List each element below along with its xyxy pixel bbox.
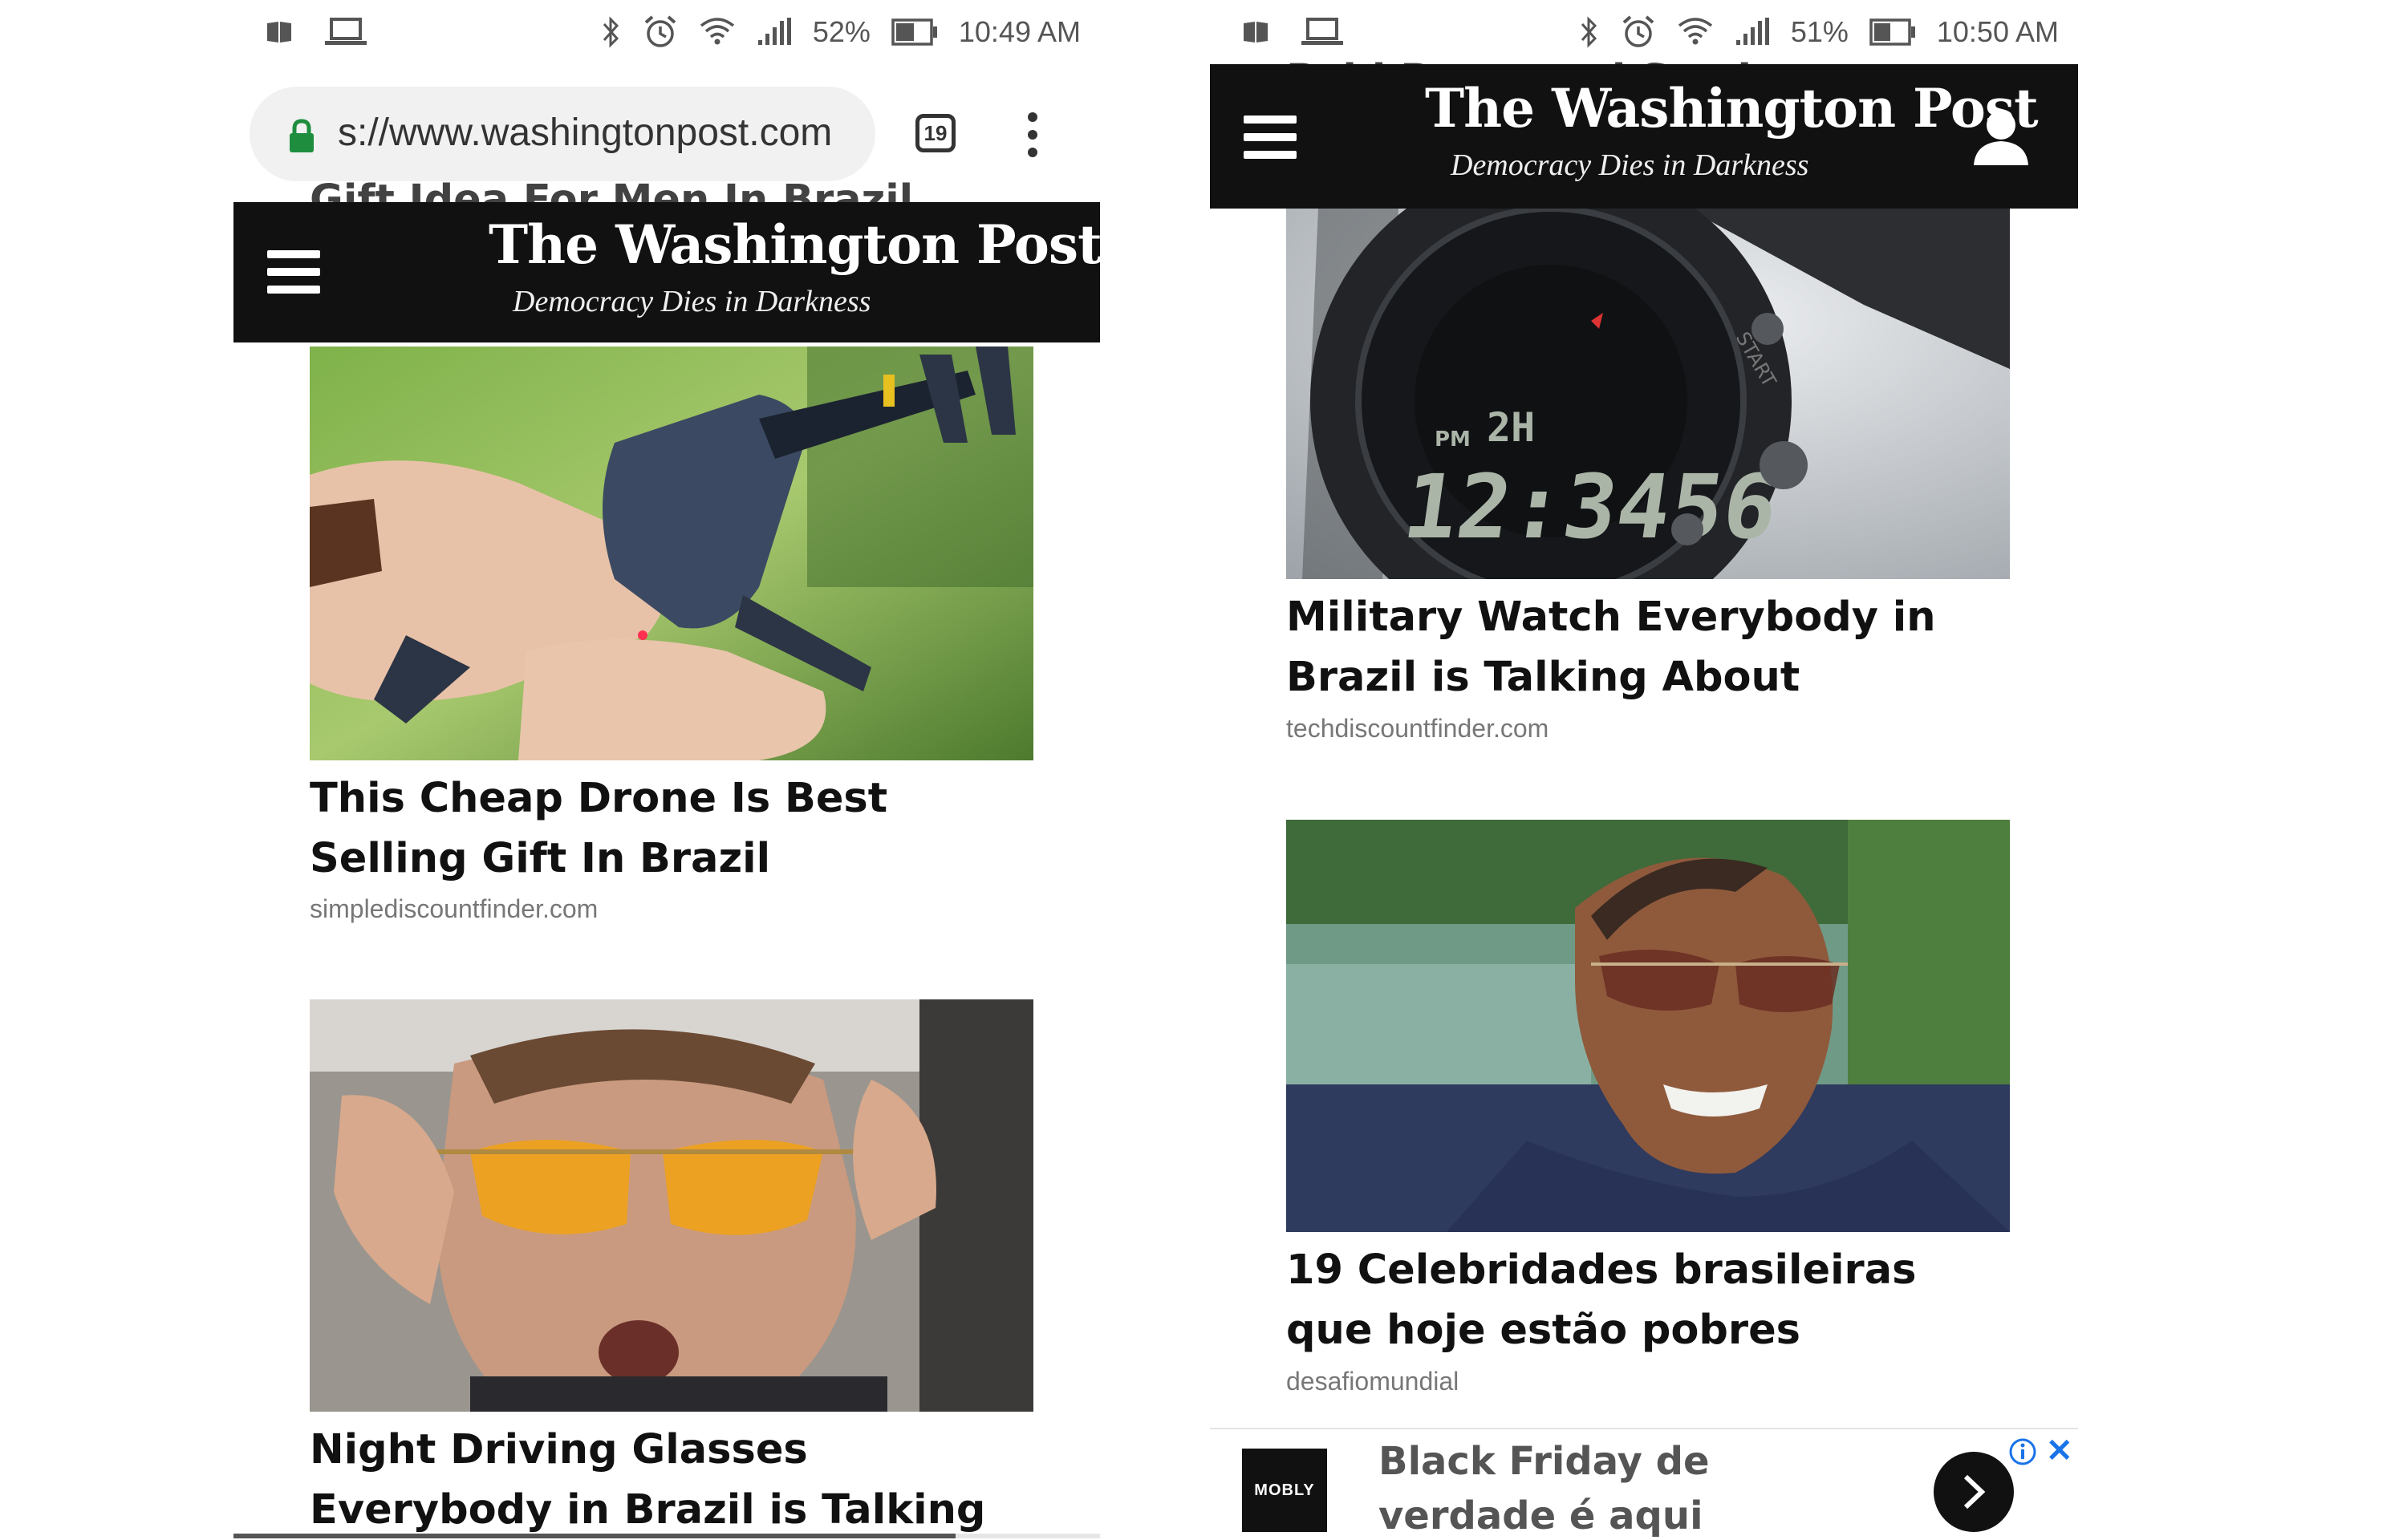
battery-icon <box>1869 18 1916 46</box>
card-title[interactable]: Night Driving Glasses Everybody in Brazi… <box>310 1420 1032 1540</box>
clock: 10:50 AM <box>1936 15 2059 48</box>
chevron-right-icon <box>1963 1474 1986 1510</box>
drone-image[interactable] <box>310 346 1033 760</box>
clock: 10:49 AM <box>958 15 1081 48</box>
card-title[interactable]: 19 Celebridades brasileiras que hoje est… <box>1286 1240 2008 1360</box>
ad-brand-logo: MOBLY <box>1242 1449 1327 1532</box>
site-header: The Washington Post Democracy Dies in Da… <box>1210 64 2078 209</box>
wifi-icon <box>699 16 736 48</box>
site-header: The Washington Post Democracy Dies in Da… <box>233 202 1100 342</box>
card-title[interactable]: Military Watch Everybody in Brazil is Ta… <box>1286 587 2008 707</box>
watch-display-time: 12:3456 <box>1398 456 1784 559</box>
battery-percent: 51% <box>1790 15 1849 48</box>
site-tagline: Democracy Dies in Darkness <box>513 285 871 318</box>
site-logo[interactable]: The Washington Post <box>489 213 1100 276</box>
alarm-icon <box>1621 14 1656 50</box>
profile-icon[interactable] <box>1972 107 2030 169</box>
card-source[interactable]: techdiscountfinder.com <box>1286 714 1549 744</box>
ad-next-button[interactable] <box>1934 1452 2014 1532</box>
card-source[interactable]: simplediscountfinder.com <box>310 894 598 924</box>
news-icon <box>266 20 293 44</box>
address-bar[interactable]: s://www.washingtonpost.com <box>250 87 875 181</box>
site-tagline: Democracy Dies in Darkness <box>1451 148 1809 182</box>
browser-menu-button[interactable] <box>1028 112 1037 157</box>
alarm-icon <box>643 14 678 50</box>
menu-icon[interactable] <box>1244 116 1297 159</box>
laptop-icon <box>325 18 367 47</box>
site-logo[interactable]: The Washington Post <box>1425 77 2039 140</box>
info-icon[interactable] <box>2008 1437 2037 1470</box>
night-glasses-image[interactable] <box>310 999 1033 1412</box>
watch-display-am-pm: PM <box>1435 428 1471 452</box>
laptop-icon <box>1301 18 1343 47</box>
news-icon <box>1242 20 1269 44</box>
bluetooth-icon <box>601 16 622 48</box>
watch-display-top: 2H <box>1487 404 1535 451</box>
military-watch-image[interactable]: 2H PM 12:3456 START <box>1286 209 2010 579</box>
signal-icon <box>757 18 792 47</box>
card-title[interactable]: This Cheap Drone Is Best Selling Gift In… <box>310 768 1032 889</box>
battery-icon <box>891 18 938 46</box>
close-icon[interactable]: ✕ <box>2046 1433 2073 1469</box>
card-source[interactable]: desafiomundial <box>1286 1367 1459 1396</box>
celebrity-image[interactable] <box>1286 820 2010 1232</box>
tab-switcher-button[interactable]: 19 <box>915 114 956 152</box>
right-phone-screen: 51% 10:50 AM Paid Promoted Stories The W… <box>1210 0 2078 1540</box>
battery-percent: 52% <box>812 15 871 48</box>
wifi-icon <box>1677 16 1714 48</box>
lock-icon <box>288 119 315 158</box>
url-text: s://www.washingtonpost.com <box>338 111 833 154</box>
menu-icon[interactable] <box>267 250 320 294</box>
status-bar: 52% 10:49 AM <box>233 0 1100 74</box>
ad-banner[interactable]: MOBLY Black Friday de verdade é aqui ✕ <box>1210 1428 2078 1540</box>
left-phone-screen: 52% 10:49 AM s://www.washingtonpost.com … <box>233 0 1100 1540</box>
page-scroll-thumb[interactable] <box>233 1534 956 1538</box>
bluetooth-icon <box>1579 16 1600 48</box>
ad-text[interactable]: Black Friday de verdade é aqui <box>1378 1434 1892 1540</box>
signal-icon <box>1735 18 1770 47</box>
